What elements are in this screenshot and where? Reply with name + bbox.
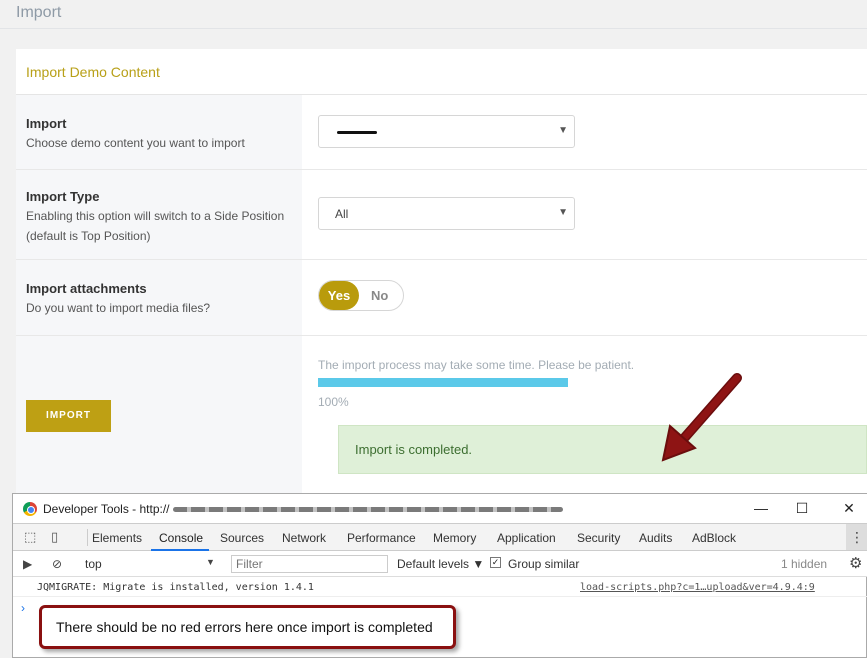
maximize-button[interactable]: ☐ <box>787 498 817 518</box>
hidden-messages-count: 1 hidden <box>781 557 828 571</box>
default-levels-dropdown[interactable]: Default levels ▼ <box>397 557 484 571</box>
completed-text: Import is completed. <box>355 442 473 457</box>
attachments-label: Import attachments <box>26 281 147 296</box>
import-label: Import <box>26 116 67 131</box>
tab-performance[interactable]: Performance <box>347 531 416 545</box>
redacted-value <box>337 131 377 134</box>
import-type-label: Import Type <box>26 189 100 204</box>
context-select[interactable]: top <box>85 557 102 571</box>
more-options-icon[interactable]: ⋮ <box>846 524 867 550</box>
toggle-no[interactable]: No <box>371 281 388 310</box>
tab-memory[interactable]: Memory <box>433 531 476 545</box>
tab-network[interactable]: Network <box>282 531 326 545</box>
chrome-logo-icon <box>23 502 37 516</box>
import-description: Choose demo content you want to import <box>26 136 245 150</box>
chevron-down-icon[interactable]: ▼ <box>206 557 215 567</box>
devtools-titlebar: Developer Tools - http:// — ☐ ✕ <box>13 494 867 523</box>
progress-bar <box>318 378 568 387</box>
select-value: All <box>335 207 349 221</box>
close-button[interactable]: ✕ <box>834 498 864 518</box>
inspect-element-icon[interactable]: ⬚ <box>24 530 38 544</box>
tab-application[interactable]: Application <box>497 531 556 545</box>
demo-content-select[interactable]: ▼ <box>318 115 575 148</box>
title-divider <box>0 28 867 29</box>
console-filter-input[interactable] <box>231 555 388 573</box>
device-toolbar-icon[interactable]: ▯ <box>51 530 65 544</box>
chevron-down-icon: ▼ <box>558 125 568 136</box>
log-source-link[interactable]: load-scripts.php?c=1…upload&ver=4.9.4:9 <box>580 582 815 593</box>
import-type-description-line-2: (default is Top Position) <box>26 229 151 243</box>
row-label-cell <box>16 95 302 169</box>
import-completed-notice: Import is completed. <box>338 425 867 474</box>
console-filterbar: ▶ ⊘ top ▼ Default levels ▼ ✓ Group simil… <box>13 551 867 577</box>
devtools-title: Developer Tools - http:// <box>43 502 170 516</box>
tab-divider <box>87 529 88 546</box>
chevron-down-icon: ▼ <box>558 207 568 218</box>
attachments-toggle[interactable]: Yes No <box>318 280 404 311</box>
attachments-description: Do you want to import media files? <box>26 301 211 315</box>
patience-message: The import process may take some time. P… <box>318 358 635 372</box>
tab-elements[interactable]: Elements <box>92 531 142 545</box>
show-drawer-icon[interactable]: ▶ <box>23 557 32 571</box>
row-import: Import Choose demo content you want to i… <box>16 95 867 170</box>
tab-sources[interactable]: Sources <box>220 531 264 545</box>
page-title: Import <box>16 4 62 21</box>
progress-percent: 100% <box>318 395 349 409</box>
devtools-tabbar: ⬚ ▯ Elements Console Sources Network Per… <box>13 523 867 551</box>
group-similar-checkbox[interactable]: ✓ <box>490 557 501 568</box>
tab-security[interactable]: Security <box>577 531 620 545</box>
tab-audits[interactable]: Audits <box>639 531 672 545</box>
row-import-type: Import Type Enabling this option will sw… <box>16 170 867 260</box>
import-button[interactable]: IMPORT <box>26 400 111 432</box>
row-import-attachments: Import attachments Do you want to import… <box>16 260 867 336</box>
tab-console[interactable]: Console <box>159 531 203 545</box>
import-type-description-line-1: Enabling this option will switch to a Si… <box>26 209 285 223</box>
progress-fill <box>318 378 568 387</box>
import-type-select[interactable]: All ▼ <box>318 197 575 230</box>
callout-text: There should be no red errors here once … <box>56 619 433 635</box>
wordpress-admin-page: Import Import Demo Content Import Choose… <box>0 0 867 658</box>
tab-adblock[interactable]: AdBlock <box>692 531 736 545</box>
minimize-button[interactable]: — <box>746 498 776 518</box>
console-prompt[interactable]: › <box>21 601 25 615</box>
panel-header: Import Demo Content <box>16 49 867 95</box>
toggle-yes[interactable]: Yes <box>319 281 359 310</box>
redacted-url <box>173 507 563 512</box>
gear-icon[interactable]: ⚙ <box>849 554 862 572</box>
log-message: JQMIGRATE: Migrate is installed, version… <box>37 582 314 593</box>
clear-console-icon[interactable]: ⊘ <box>52 557 62 571</box>
annotation-callout: There should be no red errors here once … <box>39 605 456 649</box>
panel-title: Import Demo Content <box>26 64 160 80</box>
group-similar-label: Group similar <box>508 557 580 571</box>
annotation-arrow-icon <box>661 373 742 462</box>
console-log-line: JQMIGRATE: Migrate is installed, version… <box>13 579 867 597</box>
